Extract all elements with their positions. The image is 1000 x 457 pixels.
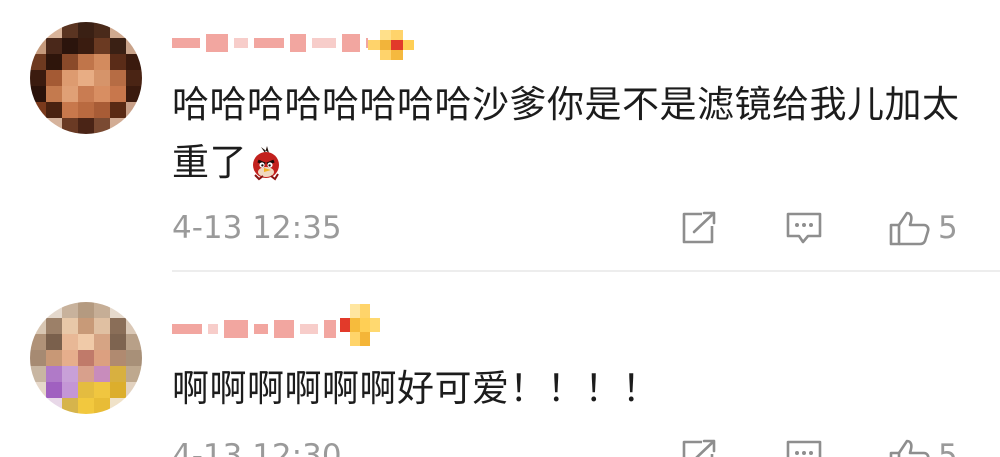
comment-icon [786,440,822,457]
comment-text: 哈哈哈哈哈哈哈哈沙爹你是不是滤镜给我儿加太重了 [172,76,960,192]
comment-text: 啊啊啊啊啊啊好可爱！！！！ [172,360,960,418]
thumbs-up-icon [889,439,930,457]
comment-meta: 4-13 12:35 5 [172,208,1000,248]
share-icon [682,211,716,244]
avatar[interactable] [30,22,142,134]
comment-item: 哈哈哈哈哈哈哈哈沙爹你是不是滤镜给我儿加太重了 4-13 12:35 5 [0,0,1000,272]
like-count: 5 [938,210,958,246]
like-count: 5 [938,438,958,457]
like-button[interactable]: 5 [888,210,978,246]
angry-bird-emoji-icon [247,140,287,181]
share-button[interactable] [680,438,720,457]
comment-meta: 4-13 12:30 5 [172,436,1000,457]
share-icon [682,439,716,457]
thumbs-up-icon [889,211,930,246]
comment-icon [786,212,822,244]
reply-button[interactable] [784,438,824,457]
username-blurred[interactable] [172,312,336,346]
user-badge-icon [368,30,414,60]
timestamp: 4-13 12:30 [172,438,342,457]
timestamp: 4-13 12:35 [172,210,342,246]
like-button[interactable]: 5 [888,438,978,457]
share-button[interactable] [680,210,720,246]
username-blurred[interactable] [172,26,376,60]
avatar[interactable] [30,302,142,414]
reply-button[interactable] [784,210,824,246]
user-badge-icon [340,304,380,346]
comment-body: 哈哈哈哈哈哈哈哈沙爹你是不是滤镜给我儿加太重了 [172,83,960,184]
comment-body: 啊啊啊啊啊啊好可爱！！！！ [172,367,660,410]
